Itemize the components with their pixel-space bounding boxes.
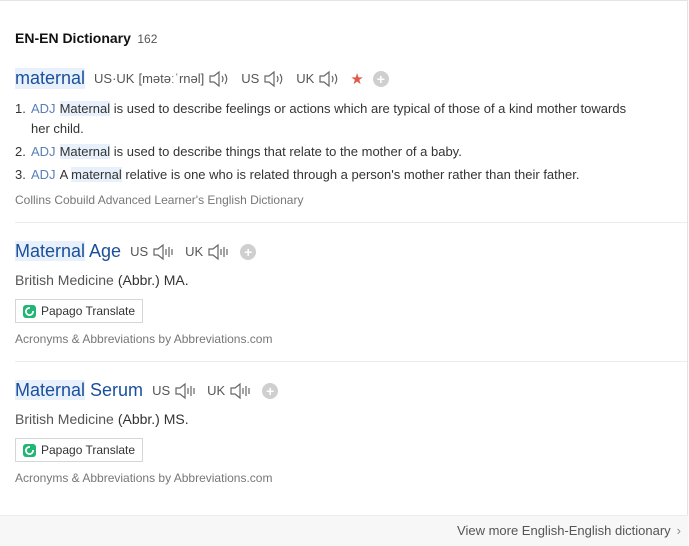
- headword-maternal-age[interactable]: Maternal Age: [15, 241, 121, 262]
- speaker-icon[interactable]: [229, 382, 253, 400]
- pron-label-uk: UK: [185, 244, 204, 259]
- pronunciation-us: US: [241, 70, 287, 88]
- pron-label-us: US: [241, 71, 260, 86]
- speaker-icon[interactable]: [207, 243, 231, 261]
- domain-label: British Medicine: [15, 272, 114, 288]
- footer-bar: View more English-English dictionary ›: [0, 515, 688, 546]
- definition-prefix: A: [59, 167, 72, 182]
- highlighted-term[interactable]: Maternal: [59, 101, 111, 116]
- pronunciation-uk: UK: [207, 382, 253, 400]
- entry-maternal-head: maternal US·UK [mətəːˈrnəl] US UK ★ +: [15, 68, 389, 89]
- headword-highlight: Maternal: [15, 241, 86, 261]
- part-of-speech: ADJ: [31, 167, 56, 182]
- abbreviation: (Abbr.) MA.: [117, 272, 189, 288]
- definition-text: is used to describe feelings or actions …: [110, 101, 627, 116]
- abbreviation: (Abbr.) MS.: [117, 411, 189, 427]
- definition-number: 1.: [15, 101, 26, 116]
- definition-1: 1. ADJ Maternal is used to describe feelin…: [15, 99, 680, 139]
- speaker-icon[interactable]: [152, 243, 176, 261]
- definition-text-continued: her child.: [31, 121, 84, 136]
- pron-label-us: US: [130, 244, 149, 259]
- papago-label: Papago Translate: [41, 443, 136, 457]
- domain-line: British Medicine (Abbr.) MS.: [15, 411, 189, 427]
- pron-label-us-uk: US·UK: [94, 71, 135, 86]
- speaker-icon[interactable]: [208, 70, 232, 88]
- result-count: 162: [137, 32, 158, 46]
- chevron-right-icon: ›: [676, 523, 681, 538]
- highlighted-term[interactable]: maternal: [71, 167, 122, 182]
- pronunciation-us: US: [130, 243, 176, 261]
- dictionary-title: EN-EN Dictionary: [15, 30, 131, 46]
- divider: [15, 361, 687, 362]
- pronunciation-uk: UK: [296, 70, 342, 88]
- definition-text: relative is one who is related through a…: [121, 167, 580, 182]
- source-collins[interactable]: Collins Cobuild Advanced Learner's Engli…: [15, 193, 303, 207]
- part-of-speech: ADJ: [31, 144, 56, 159]
- headword-highlight: Maternal: [15, 380, 86, 400]
- source-abbreviations[interactable]: Acronyms & Abbreviations by Abbreviation…: [15, 332, 272, 346]
- pron-label-uk: UK: [296, 71, 315, 86]
- pronunciation-uk: UK: [185, 243, 231, 261]
- papago-icon: [23, 443, 36, 457]
- headword-maternal[interactable]: maternal: [15, 68, 86, 89]
- view-more-label: View more English-English dictionary: [457, 523, 671, 538]
- view-more-link[interactable]: View more English-English dictionary ›: [457, 523, 681, 538]
- definition-3: 3. ADJ A maternal relative is one who is r…: [15, 165, 680, 185]
- add-wordbook-icon[interactable]: +: [372, 70, 389, 87]
- part-of-speech: ADJ: [31, 101, 56, 116]
- domain-line: British Medicine (Abbr.) MA.: [15, 272, 189, 288]
- speaker-icon[interactable]: [174, 382, 198, 400]
- definition-2: 2. ADJ Maternal is used to describe things…: [15, 142, 680, 162]
- domain-label: British Medicine: [15, 411, 114, 427]
- papago-label: Papago Translate: [41, 304, 136, 318]
- highlighted-term[interactable]: Maternal: [59, 144, 111, 159]
- pron-label-uk: UK: [207, 383, 226, 398]
- entry-maternal-serum-head: Maternal Serum US UK +: [15, 380, 279, 401]
- papago-translate-button[interactable]: Papago Translate: [15, 299, 143, 323]
- pronunciation-us: US: [152, 382, 198, 400]
- dictionary-header: EN-EN Dictionary 162: [15, 30, 157, 48]
- headword-maternal-serum[interactable]: Maternal Serum: [15, 380, 143, 401]
- pronunciation-us-uk: US·UK [mətəːˈrnəl]: [94, 70, 232, 88]
- source-abbreviations[interactable]: Acronyms & Abbreviations by Abbreviation…: [15, 471, 272, 485]
- entry-maternal-age-head: Maternal Age US UK +: [15, 241, 257, 262]
- star-icon[interactable]: ★: [350, 70, 363, 88]
- divider: [15, 222, 687, 223]
- headword-rest: Serum: [85, 380, 144, 400]
- ipa-text: [mətəːˈrnəl]: [138, 71, 205, 86]
- definition-number: 2.: [15, 144, 26, 159]
- speaker-icon[interactable]: [318, 70, 342, 88]
- pron-label-us: US: [152, 383, 171, 398]
- definition-text: is used to describe things that relate t…: [110, 144, 462, 159]
- add-wordbook-icon[interactable]: +: [240, 243, 257, 260]
- dictionary-panel: EN-EN Dictionary 162 maternal US·UK [mət…: [0, 0, 688, 546]
- headword-rest: Age: [85, 241, 122, 261]
- papago-translate-button[interactable]: Papago Translate: [15, 438, 143, 462]
- speaker-icon[interactable]: [263, 70, 287, 88]
- add-wordbook-icon[interactable]: +: [262, 382, 279, 399]
- definition-number: 3.: [15, 167, 26, 182]
- papago-icon: [23, 304, 36, 318]
